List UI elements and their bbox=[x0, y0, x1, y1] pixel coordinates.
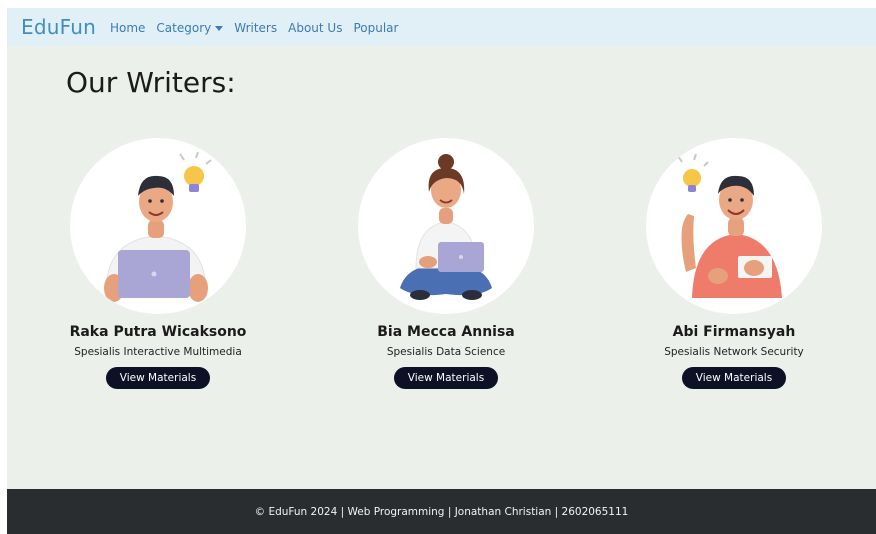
writer-avatar bbox=[646, 138, 822, 314]
caret-down-icon bbox=[215, 25, 224, 31]
writer-specialty: Spesialis Network Security bbox=[664, 346, 804, 358]
view-materials-button[interactable]: View Materials bbox=[681, 367, 787, 389]
nav-category-label: Category bbox=[156, 21, 212, 35]
writer-card: Raka Putra Wicaksono Spesialis Interacti… bbox=[8, 138, 308, 389]
view-materials-button[interactable]: View Materials bbox=[393, 367, 499, 389]
woman-with-laptop-illustration bbox=[400, 154, 492, 300]
footer: © EduFun 2024 | Web Programming | Jonath… bbox=[7, 489, 876, 534]
writer-avatar bbox=[358, 138, 534, 314]
view-materials-button[interactable]: View Materials bbox=[105, 367, 211, 389]
writer-card: Abi Firmansyah Spesialis Network Securit… bbox=[584, 138, 876, 389]
nav-category-dropdown[interactable]: Category bbox=[156, 21, 224, 35]
lightbulb-icon bbox=[179, 151, 212, 192]
writer-avatar bbox=[70, 138, 246, 314]
writer-name: Bia Mecca Annisa bbox=[377, 324, 515, 340]
nav-about-us[interactable]: About Us bbox=[288, 21, 342, 35]
writer-specialty: Spesialis Data Science bbox=[386, 346, 506, 358]
page-title: Our Writers: bbox=[66, 66, 236, 99]
writer-name: Abi Firmansyah bbox=[672, 324, 796, 340]
nav-home[interactable]: Home bbox=[110, 21, 145, 35]
man-with-laptop-illustration bbox=[104, 151, 212, 302]
nav-popular[interactable]: Popular bbox=[353, 21, 398, 35]
nav-writers[interactable]: Writers bbox=[234, 21, 277, 35]
writer-name: Raka Putra Wicaksono bbox=[69, 324, 247, 340]
navbar: EduFun Home Category Writers About Us Po… bbox=[7, 8, 876, 46]
footer-text: © EduFun 2024 | Web Programming | Jonath… bbox=[254, 505, 629, 518]
page: EduFun Home Category Writers About Us Po… bbox=[7, 8, 876, 534]
writer-card: Bia Mecca Annisa Spesialis Data Science … bbox=[296, 138, 596, 389]
lightbulb-icon bbox=[677, 153, 709, 192]
man-with-idea-illustration bbox=[677, 153, 782, 298]
nav-links: Home Category Writers About Us Popular bbox=[110, 21, 409, 35]
brand-logo[interactable]: EduFun bbox=[21, 15, 96, 39]
writer-specialty: Spesialis Interactive Multimedia bbox=[74, 346, 242, 358]
